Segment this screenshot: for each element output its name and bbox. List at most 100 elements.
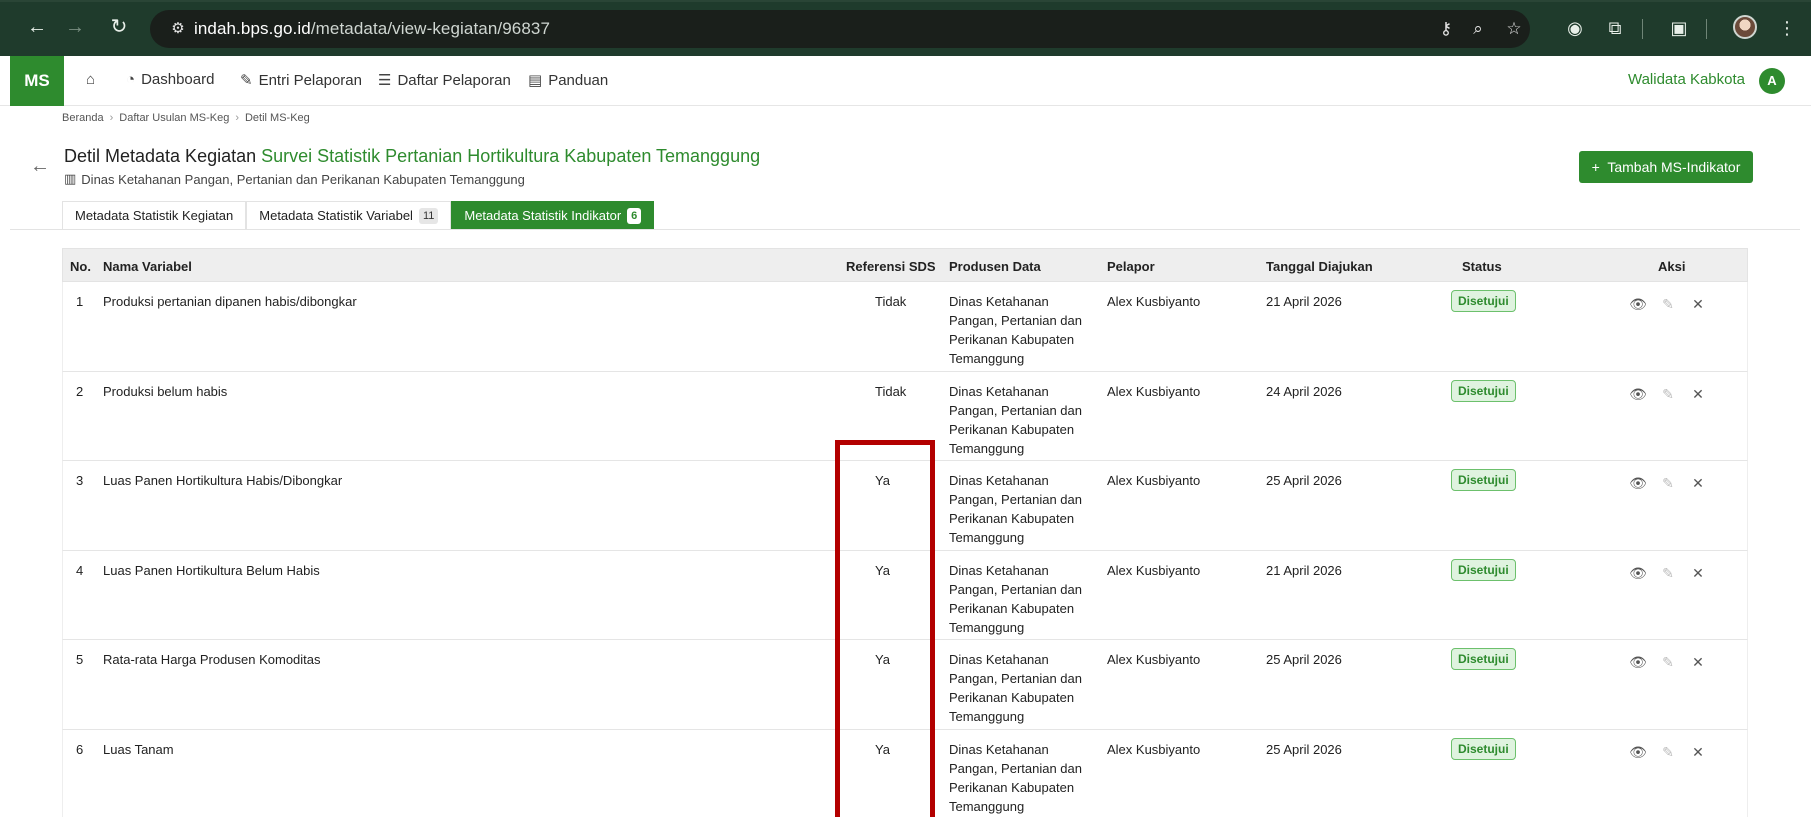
zoom-icon[interactable]: ⌕ bbox=[1466, 18, 1490, 40]
row-referensi-sds: Ya bbox=[875, 562, 890, 578]
nav-daftar-label: Daftar Pelaporan bbox=[397, 71, 511, 89]
table-row: 1 Produksi pertanian dipanen habis/dibon… bbox=[62, 282, 1748, 372]
view-eye-icon[interactable]: 👁 bbox=[1629, 654, 1647, 671]
col-produsen-data: Produsen Data bbox=[949, 259, 1041, 274]
row-produsen-data: Dinas Ketahanan Pangan, Pertanian dan Pe… bbox=[949, 383, 1082, 456]
page-back-icon[interactable]: ← bbox=[30, 155, 50, 178]
nav-entri-pelaporan[interactable]: ✎ Entri Pelaporan bbox=[240, 71, 362, 90]
plus-icon: + bbox=[1591, 159, 1600, 175]
tab-label: Metadata Statistik Kegiatan bbox=[75, 207, 234, 223]
home-icon[interactable]: ⌂ bbox=[86, 71, 95, 88]
row-nama-variabel: Produksi belum habis bbox=[103, 383, 228, 399]
row-tanggal: 25 April 2026 bbox=[1266, 473, 1342, 489]
nav-panduan-label: Panduan bbox=[548, 71, 609, 89]
extensions-icon[interactable]: ⧉ bbox=[1602, 15, 1628, 41]
avatar[interactable]: A bbox=[1759, 68, 1785, 94]
nav-entri-label: Entri Pelaporan bbox=[258, 71, 362, 89]
row-number: 5 bbox=[76, 652, 84, 668]
site-settings-icon[interactable]: ⚙ bbox=[166, 17, 190, 41]
table-row: 3 Luas Panen Hortikultura Habis/Dibongka… bbox=[62, 461, 1748, 551]
book-icon: ▤ bbox=[528, 72, 543, 89]
row-referensi-sds: Ya bbox=[875, 652, 890, 668]
status-badge: Disetujui bbox=[1451, 469, 1516, 492]
row-referensi-sds: Ya bbox=[875, 473, 890, 489]
row-pelapor: Alex Kusbiyanto bbox=[1107, 562, 1201, 578]
table-row: 6 Luas Tanam Ya Dinas Ketahanan Pangan, … bbox=[62, 729, 1748, 817]
row-number: 3 bbox=[76, 473, 84, 489]
nav-dashboard[interactable]: ◔ Dashboard bbox=[126, 71, 214, 88]
row-referensi-sds: Tidak bbox=[875, 294, 907, 309]
edit-pencil-icon[interactable]: ✎ bbox=[1659, 296, 1677, 313]
nav-dashboard-label: Dashboard bbox=[141, 71, 215, 88]
tab-bar: Metadata Statistik Kegiatan Metadata Sta… bbox=[62, 201, 655, 229]
forward-icon[interactable]: → bbox=[60, 12, 90, 42]
status-badge: Disetujui bbox=[1451, 290, 1516, 312]
breadcrumb-item[interactable]: Beranda bbox=[62, 112, 104, 124]
view-eye-icon[interactable]: 👁 bbox=[1629, 475, 1647, 492]
row-number: 6 bbox=[76, 741, 84, 757]
tab-metadata-kegiatan[interactable]: Metadata Statistik Kegiatan bbox=[62, 201, 247, 229]
delete-x-icon[interactable]: ✕ bbox=[1689, 296, 1707, 313]
address-bar[interactable]: ⚙ indah.bps.go.id/metadata/view-kegiatan… bbox=[150, 10, 1530, 48]
camera-icon[interactable]: ◉ bbox=[1562, 15, 1588, 41]
menu-kebab-icon[interactable]: ⋮ bbox=[1774, 15, 1800, 41]
edit-pencil-icon[interactable]: ✎ bbox=[1659, 475, 1677, 492]
profile-avatar-icon[interactable] bbox=[1733, 15, 1757, 39]
status-badge: Disetujui bbox=[1451, 737, 1516, 760]
tab-metadata-indikator[interactable]: Metadata Statistik Indikator 6 bbox=[451, 201, 655, 229]
dashboard-icon: ◔ bbox=[126, 71, 136, 88]
row-nama-variabel: Luas Panen Hortikultura Habis/Dibongkar bbox=[103, 473, 343, 489]
row-tanggal: 25 April 2026 bbox=[1266, 741, 1342, 757]
reload-icon[interactable]: ↻ bbox=[104, 12, 134, 42]
col-tanggal-diajukan: Tanggal Diajukan bbox=[1266, 259, 1373, 274]
row-produsen-data: Dinas Ketahanan Pangan, Pertanian dan Pe… bbox=[949, 294, 1082, 366]
table-row: 4 Luas Panen Hortikultura Belum Habis Ya… bbox=[62, 550, 1748, 641]
table-body: 1 Produksi pertanian dipanen habis/dibon… bbox=[62, 282, 1748, 817]
row-tanggal: 24 April 2026 bbox=[1266, 383, 1342, 399]
back-icon[interactable]: ← bbox=[22, 12, 52, 42]
row-pelapor: Alex Kusbiyanto bbox=[1107, 294, 1201, 309]
tab-metadata-variabel[interactable]: Metadata Statistik Variabel 11 bbox=[246, 201, 452, 229]
view-eye-icon[interactable]: 👁 bbox=[1629, 386, 1647, 403]
breadcrumb-item: Detil MS-Keg bbox=[244, 112, 310, 124]
row-number: 1 bbox=[76, 294, 84, 309]
row-tanggal: 21 April 2026 bbox=[1266, 562, 1342, 578]
tab-label: Metadata Statistik Indikator bbox=[464, 207, 622, 223]
row-produsen-data: Dinas Ketahanan Pangan, Pertanian dan Pe… bbox=[949, 652, 1082, 725]
side-panel-icon[interactable]: ▣ bbox=[1666, 15, 1692, 41]
url-text[interactable]: indah.bps.go.id/metadata/view-kegiatan/9… bbox=[194, 19, 550, 39]
bookmark-star-icon[interactable]: ☆ bbox=[1502, 18, 1526, 40]
delete-x-icon[interactable]: ✕ bbox=[1689, 475, 1707, 492]
edit-pencil-icon[interactable]: ✎ bbox=[1659, 386, 1677, 403]
delete-x-icon[interactable]: ✕ bbox=[1689, 565, 1707, 582]
add-button-label: Tambah MS-Indikator bbox=[1607, 159, 1741, 175]
delete-x-icon[interactable]: ✕ bbox=[1689, 386, 1707, 403]
breadcrumb-item[interactable]: Daftar Usulan MS-Keg bbox=[119, 112, 229, 124]
view-eye-icon[interactable]: 👁 bbox=[1629, 565, 1647, 582]
row-nama-variabel: Luas Panen Hortikultura Belum Habis bbox=[103, 562, 320, 578]
delete-x-icon[interactable]: ✕ bbox=[1689, 744, 1707, 761]
status-badge: Disetujui bbox=[1451, 558, 1516, 581]
col-status: Status bbox=[1462, 259, 1502, 274]
status-badge: Disetujui bbox=[1451, 379, 1516, 402]
edit-pencil-icon[interactable]: ✎ bbox=[1659, 565, 1677, 582]
add-ms-indikator-button[interactable]: + Tambah MS-Indikator bbox=[1579, 151, 1753, 183]
password-key-icon[interactable]: ⚷ bbox=[1434, 18, 1458, 40]
tab-divider bbox=[10, 229, 1800, 230]
row-tanggal: 25 April 2026 bbox=[1266, 652, 1342, 668]
row-referensi-sds: Ya bbox=[875, 741, 890, 757]
edit-pencil-icon[interactable]: ✎ bbox=[1659, 744, 1677, 761]
view-eye-icon[interactable]: 👁 bbox=[1629, 744, 1647, 761]
user-role[interactable]: Walidata Kabkota bbox=[1628, 71, 1745, 88]
row-pelapor: Alex Kusbiyanto bbox=[1107, 741, 1201, 757]
app-logo[interactable]: MS bbox=[10, 56, 64, 106]
edit-pencil-icon[interactable]: ✎ bbox=[1659, 654, 1677, 671]
row-produsen-data: Dinas Ketahanan Pangan, Pertanian dan Pe… bbox=[949, 562, 1082, 635]
list-icon: ☰ bbox=[378, 72, 392, 89]
row-referensi-sds: Tidak bbox=[875, 383, 907, 399]
nav-panduan[interactable]: ▤ Panduan bbox=[528, 71, 609, 90]
view-eye-icon[interactable]: 👁 bbox=[1629, 296, 1647, 313]
breadcrumb-separator-icon: › bbox=[235, 112, 239, 124]
delete-x-icon[interactable]: ✕ bbox=[1689, 654, 1707, 671]
nav-daftar-pelaporan[interactable]: ☰ Daftar Pelaporan bbox=[378, 71, 511, 90]
